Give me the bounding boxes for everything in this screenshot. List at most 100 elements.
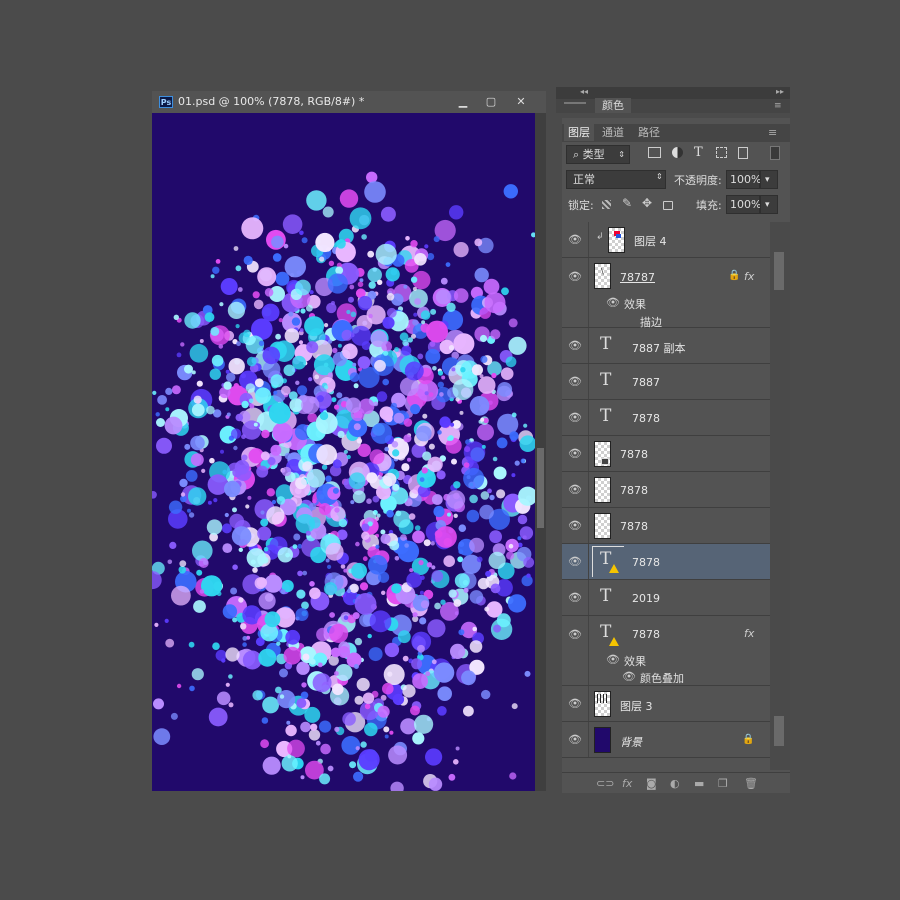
bokeh-dot xyxy=(241,434,246,440)
eye-icon[interactable]: 👁 xyxy=(606,296,620,309)
eye-icon[interactable]: 👁 xyxy=(568,519,582,532)
eye-icon[interactable]: 👁 xyxy=(606,653,620,666)
vertical-scrollbar[interactable] xyxy=(535,113,546,791)
bokeh-dot xyxy=(362,556,368,562)
bokeh-dot xyxy=(327,564,332,569)
tab-channels[interactable]: 通道 xyxy=(602,124,624,141)
bokeh-dot xyxy=(390,781,404,791)
panel-menu-icon[interactable]: ≡ xyxy=(768,124,777,141)
fx-icon[interactable]: fx xyxy=(744,270,754,283)
layer-row[interactable]: 👁 T 2019 xyxy=(562,580,770,616)
eye-icon[interactable]: 👁 xyxy=(568,483,582,496)
tab-color[interactable]: 颜色 xyxy=(595,98,631,113)
bokeh-dot xyxy=(355,541,360,547)
bokeh-dot xyxy=(263,546,269,552)
fill-field[interactable]: 100% xyxy=(726,195,761,214)
eye-icon[interactable]: 👁 xyxy=(568,411,582,424)
layer-row[interactable]: 👁 \ 78787 🔒 fx 👁 效果 描边 xyxy=(562,258,770,329)
filter-shape-icon[interactable] xyxy=(716,147,727,158)
layer-row[interactable]: 👁 T 7887 副本 xyxy=(562,328,770,364)
fill-dropdown-icon[interactable]: ▾ xyxy=(760,195,778,214)
document-titlebar[interactable]: Ps 01.psd @ 100% (7878, RGB/8#) * ▁ ▢ ✕ xyxy=(152,91,546,113)
bokeh-dot xyxy=(412,286,417,291)
background-thumbnail xyxy=(594,727,611,753)
bokeh-dot xyxy=(423,539,431,547)
layer-list-scrollbar[interactable] xyxy=(770,222,790,770)
eye-icon[interactable]: 👁 xyxy=(568,733,582,746)
scrollbar-thumb[interactable] xyxy=(537,448,544,528)
link-icon[interactable]: ⊂⊃ xyxy=(596,777,614,790)
layer-name: 7878 xyxy=(620,448,648,461)
bokeh-dot xyxy=(262,756,281,775)
mask-icon[interactable]: ◙ xyxy=(646,777,657,790)
layer-row[interactable]: 👁 T 7878 fx 👁 效果 👁 颜色叠加 xyxy=(562,616,770,686)
eye-icon[interactable]: 👁 xyxy=(568,447,582,460)
document-canvas[interactable] xyxy=(152,113,535,791)
bokeh-dot xyxy=(189,344,209,363)
bokeh-dot xyxy=(309,587,321,600)
collapse-left-icon[interactable]: ◂◂ xyxy=(580,87,588,96)
new-layer-icon[interactable]: ❐ xyxy=(718,777,728,790)
filter-adjustment-icon[interactable] xyxy=(672,147,683,158)
bokeh-dot xyxy=(341,329,353,341)
bokeh-dot xyxy=(193,600,206,613)
bokeh-dot xyxy=(323,582,338,596)
scrollbar-thumb[interactable] xyxy=(774,716,784,746)
eye-icon[interactable]: 👁 xyxy=(568,339,582,352)
eye-icon[interactable]: 👁 xyxy=(568,375,582,388)
bokeh-dot xyxy=(327,339,333,344)
lock-all-icon[interactable] xyxy=(663,201,673,210)
close-button[interactable]: ✕ xyxy=(508,95,534,109)
collapse-right-icon[interactable]: ▸▸ xyxy=(776,87,784,96)
filter-smart-object-icon[interactable] xyxy=(738,147,748,159)
lock-pixels-icon[interactable]: ✎ xyxy=(622,196,632,210)
eye-icon[interactable]: 👁 xyxy=(568,233,582,246)
eye-icon[interactable]: 👁 xyxy=(568,591,582,604)
lock-position-icon[interactable]: ✥ xyxy=(642,196,652,210)
adjustment-icon[interactable]: ◐ xyxy=(670,777,680,790)
filter-pixel-icon[interactable] xyxy=(648,147,661,158)
layer-filter-select[interactable]: ⌕ 类型 ⇕ xyxy=(566,145,630,164)
eye-icon[interactable]: 👁 xyxy=(568,270,582,283)
filter-type-icon[interactable]: T xyxy=(694,145,703,160)
layer-row[interactable]: 👁 7878 xyxy=(562,472,770,508)
layer-row[interactable]: 👁 ↲ 图层 4 xyxy=(562,222,770,258)
minimize-button[interactable]: ▁ xyxy=(450,95,476,109)
bokeh-dot xyxy=(391,441,399,448)
layer-row[interactable]: 👁 图层 3 xyxy=(562,686,770,722)
layer-row[interactable]: 👁 背景 🔒 xyxy=(562,722,770,758)
opacity-field[interactable]: 100% xyxy=(726,170,761,189)
eye-icon[interactable]: 👁 xyxy=(622,670,636,683)
lock-transparency-icon[interactable] xyxy=(602,200,611,209)
maximize-button[interactable]: ▢ xyxy=(478,95,504,109)
filter-toggle-switch[interactable] xyxy=(770,146,780,160)
eye-icon[interactable]: 👁 xyxy=(568,555,582,568)
panel-grip-icon xyxy=(564,102,586,104)
eye-icon[interactable]: 👁 xyxy=(568,697,582,710)
layer-row[interactable]: 👁 T 7878 xyxy=(562,400,770,436)
bokeh-dot xyxy=(382,316,395,329)
text-layer-icon: T xyxy=(600,370,612,390)
layer-row[interactable]: 👁 7878 xyxy=(562,436,770,472)
bokeh-dot xyxy=(201,468,206,473)
layer-name: 78787 xyxy=(620,271,655,284)
opacity-dropdown-icon[interactable]: ▾ xyxy=(760,170,778,189)
bokeh-dot xyxy=(228,702,234,708)
fx-icon[interactable]: fx xyxy=(744,627,754,640)
panel-menu-icon[interactable]: ≡ xyxy=(774,101,782,111)
fx-icon[interactable]: fx xyxy=(622,777,632,790)
tab-layers[interactable]: 图层 xyxy=(564,124,594,141)
layer-row-selected[interactable]: 👁 T 7878 xyxy=(562,544,770,580)
group-icon[interactable]: ▬ xyxy=(694,777,704,790)
eye-icon[interactable]: 👁 xyxy=(568,628,582,641)
tab-paths[interactable]: 路径 xyxy=(638,124,660,141)
scrollbar-thumb[interactable] xyxy=(774,252,784,290)
bokeh-dot xyxy=(373,401,379,407)
layer-row[interactable]: 👁 T 7887 xyxy=(562,364,770,400)
bokeh-dot xyxy=(355,746,360,751)
blend-mode-select[interactable]: 正常 xyxy=(566,170,666,189)
bokeh-dot xyxy=(260,510,265,515)
trash-icon[interactable]: 🗑 xyxy=(744,777,758,790)
layer-row[interactable]: 👁 7878 xyxy=(562,508,770,544)
bokeh-dot xyxy=(306,341,319,354)
